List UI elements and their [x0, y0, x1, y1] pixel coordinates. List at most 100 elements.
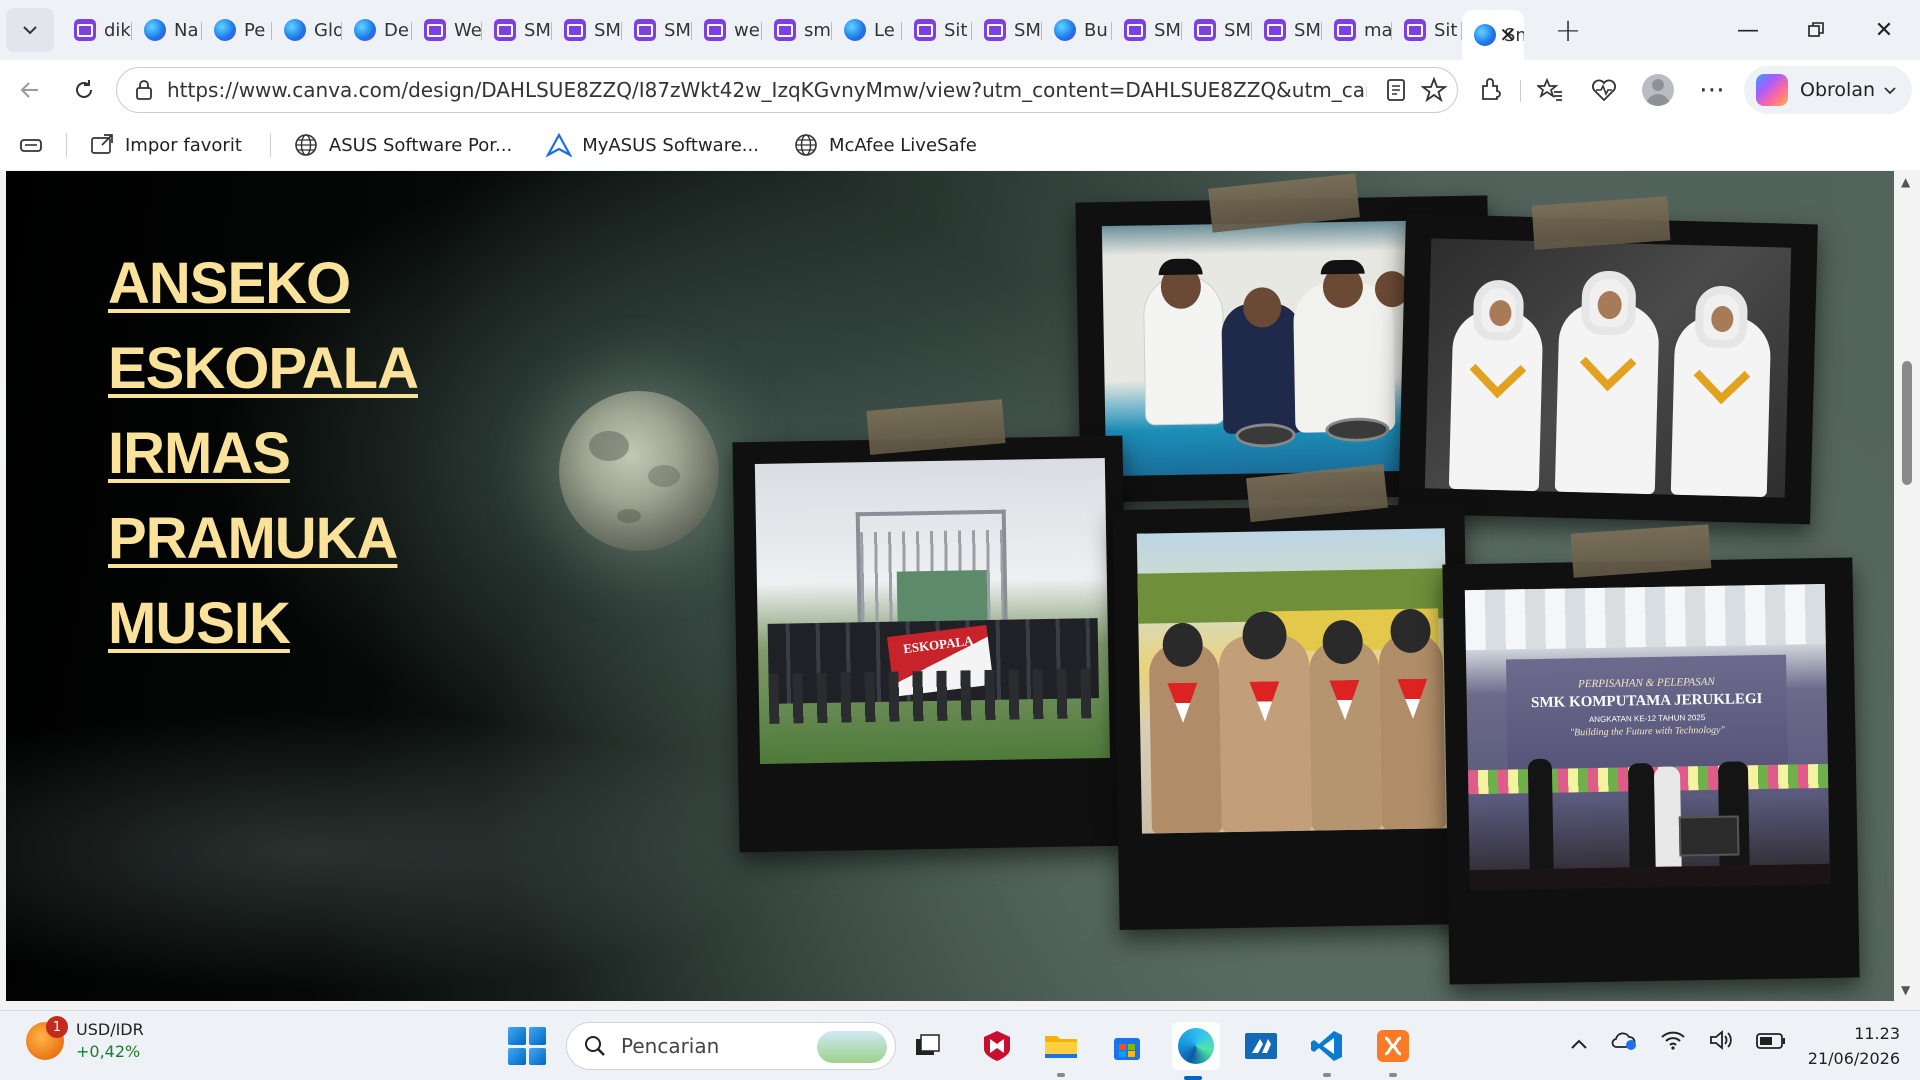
- tab-title: SM: [524, 19, 551, 41]
- browser-tab[interactable]: Bu: [1042, 8, 1112, 52]
- favorite-import[interactable]: Impor favorit: [89, 132, 242, 158]
- tab-title: SM: [1014, 19, 1041, 41]
- tab-title: SM: [664, 19, 691, 41]
- canva-icon: [774, 19, 796, 41]
- back-button[interactable]: [8, 68, 52, 112]
- scroll-up-icon[interactable]: ▲: [1901, 175, 1910, 189]
- tab-title: Glo: [314, 19, 342, 41]
- address-bar[interactable]: https://www.canva.com/design/DAHLSUE8ZZQ…: [116, 67, 1458, 113]
- refresh-button[interactable]: [62, 68, 106, 112]
- profile-avatar[interactable]: [1636, 68, 1680, 112]
- browser-tab[interactable]: SM: [622, 8, 692, 52]
- favorite-star-icon[interactable]: [1420, 76, 1448, 107]
- stage-banner-line2: SMK KOMPUTAMA JERUKLEGI: [1530, 691, 1763, 712]
- page-scrollbar[interactable]: ▲ ▼: [1894, 171, 1920, 1001]
- menu-link-pramuka[interactable]: PRAMUKA: [108, 496, 418, 581]
- menu-link-eskopala[interactable]: ESKOPALA: [108, 326, 419, 411]
- photo-frame-pramuka-girls: [1398, 213, 1818, 525]
- file-explorer-icon[interactable]: [1040, 1025, 1082, 1077]
- favorite-label: ASUS Software Por...: [328, 134, 513, 156]
- system-clock[interactable]: 11.23 21/06/2026: [1780, 1021, 1900, 1071]
- wifi-icon[interactable]: [1660, 1030, 1686, 1055]
- canva-design-viewport[interactable]: ANSEKO ESKOPALA IRMAS PRAMUKA MUSIK ESKO…: [6, 171, 1894, 1001]
- menu-link-anseko[interactable]: ANSEKO: [108, 241, 418, 326]
- browser-tab[interactable]: sm: [762, 8, 832, 52]
- canva-icon: [424, 19, 446, 41]
- taskbar-search[interactable]: Pencarian: [566, 1022, 896, 1070]
- browser-tab[interactable]: SM: [1112, 8, 1182, 52]
- tab-actions-menu-button[interactable]: [6, 8, 54, 52]
- copilot-button[interactable]: Obrolan: [1744, 66, 1912, 114]
- favorite-myasus-software[interactable]: MyASUS Software...: [546, 132, 759, 158]
- canva-icon: [984, 19, 1006, 41]
- favorites-divider: [66, 133, 67, 157]
- browser-tab[interactable]: Le: [832, 8, 902, 52]
- chevron-down-icon: [23, 26, 37, 35]
- cloud-sync-icon[interactable]: [1610, 1029, 1638, 1056]
- browser-tab[interactable]: dik: [62, 8, 132, 52]
- scrollbar-thumb[interactable]: [1902, 361, 1912, 485]
- browser-tab[interactable]: Sit: [1392, 8, 1462, 52]
- menu-link-musik[interactable]: MUSIK: [108, 581, 418, 666]
- start-button[interactable]: [508, 1027, 546, 1065]
- search-icon: [585, 1036, 605, 1056]
- arrow-left-icon: [20, 82, 38, 98]
- restore-button[interactable]: [1782, 0, 1850, 60]
- browser-tab[interactable]: Glo: [272, 8, 342, 52]
- search-placeholder: Pencarian: [621, 1034, 720, 1058]
- minimize-button[interactable]: —: [1714, 0, 1782, 60]
- browser-tab[interactable]: SM: [552, 8, 622, 52]
- browser-tab[interactable]: Sn ✕: [1462, 10, 1524, 60]
- xampp-icon[interactable]: [1372, 1025, 1414, 1077]
- task-view-icon[interactable]: [906, 1025, 948, 1067]
- tab-title: Le: [874, 19, 895, 41]
- refresh-icon: [76, 80, 92, 98]
- currency-widget[interactable]: 1 USD/IDR +0,42%: [26, 1016, 144, 1063]
- browser-tab[interactable]: we: [692, 8, 762, 52]
- tab-strip: dik Na Pe Glo De We SM SM SM we sm Le Sit SM Bu SM SM SM m…: [0, 0, 1920, 60]
- chevron-up-icon[interactable]: [1570, 1031, 1588, 1055]
- browser-tab[interactable]: Pe: [202, 8, 272, 52]
- new-tab-button[interactable]: +: [1548, 10, 1588, 50]
- browser-tab[interactable]: SM: [482, 8, 552, 52]
- photo-pramuka-girls: [1424, 238, 1792, 498]
- scroll-down-icon[interactable]: ▼: [1901, 983, 1910, 997]
- favorite-asus-software-portal[interactable]: ASUS Software Por...: [293, 132, 512, 158]
- menu-link-irmas[interactable]: IRMAS: [108, 411, 418, 496]
- favorite-mcafee-livesafe[interactable]: McAfee LiveSafe: [793, 132, 977, 158]
- favorites-icon[interactable]: [1528, 68, 1572, 112]
- canva-icon: [1334, 19, 1356, 41]
- search-highlight-image: [817, 1031, 887, 1063]
- browser-tab[interactable]: ma: [1322, 8, 1392, 52]
- browser-tab[interactable]: Na: [132, 8, 202, 52]
- favorite-label: Impor favorit: [125, 134, 242, 156]
- close-tab-icon[interactable]: ✕: [1499, 23, 1516, 47]
- mcafee-icon[interactable]: [976, 1025, 1018, 1067]
- browser-tab[interactable]: SM: [1182, 8, 1252, 52]
- more-options-icon[interactable]: ⋯: [1690, 68, 1734, 112]
- edge-browser-icon[interactable]: [1172, 1022, 1220, 1080]
- url-text[interactable]: https://www.canva.com/design/DAHLSUE8ZZQ…: [167, 78, 1367, 102]
- lock-icon: [136, 80, 152, 100]
- canva-icon: [74, 19, 96, 41]
- tab-title: De: [384, 19, 409, 41]
- browser-tab[interactable]: SM: [972, 8, 1042, 52]
- vscode-icon[interactable]: [1306, 1025, 1348, 1077]
- browser-tab[interactable]: SM: [1252, 8, 1322, 52]
- browser-essentials-icon[interactable]: [1582, 68, 1626, 112]
- extensions-icon[interactable]: [1468, 68, 1512, 112]
- collections-icon[interactable]: [18, 132, 44, 158]
- reader-view-icon[interactable]: [1385, 78, 1407, 106]
- browser-tab[interactable]: Sit: [902, 8, 972, 52]
- canva-icon: [704, 19, 726, 41]
- close-window-button[interactable]: ✕: [1850, 0, 1918, 60]
- browser-tab[interactable]: De: [342, 8, 412, 52]
- microsoft-store-icon[interactable]: [1106, 1025, 1148, 1067]
- tab-title: SM: [1154, 19, 1181, 41]
- favorite-label: McAfee LiveSafe: [828, 134, 977, 156]
- volume-icon[interactable]: [1708, 1029, 1734, 1056]
- photo-eskopala: ESKOPALA: [754, 457, 1111, 765]
- vs-code-icon-alt[interactable]: [1240, 1025, 1282, 1067]
- photo-pramuka: [1136, 528, 1450, 834]
- browser-tab[interactable]: We: [412, 8, 482, 52]
